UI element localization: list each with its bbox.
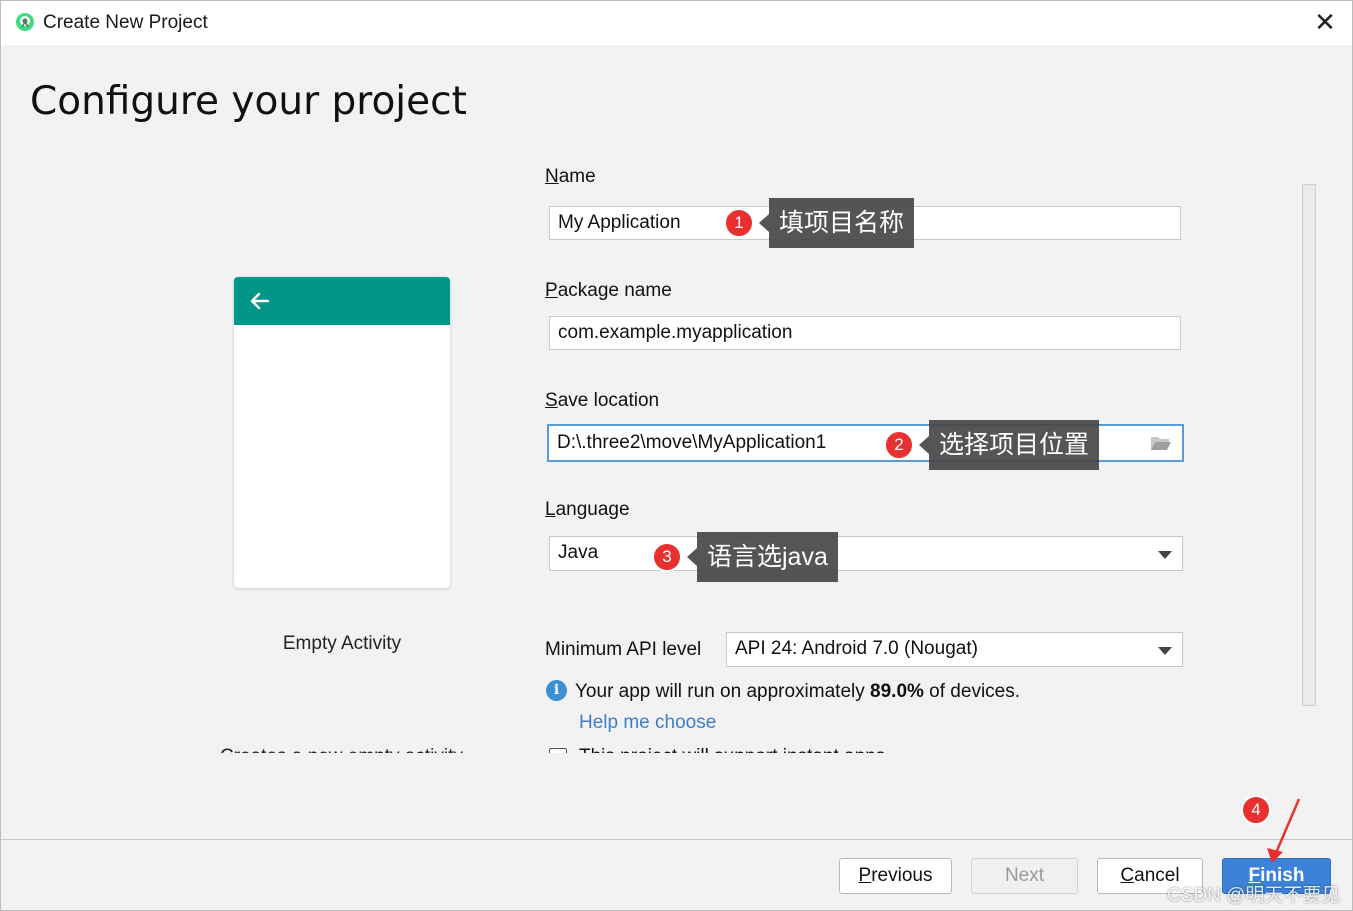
- min-api-label: Minimum API level: [545, 639, 702, 660]
- instant-app-label: This project will support instant apps: [579, 743, 885, 753]
- language-label: Language: [545, 499, 630, 520]
- activity-preview: [234, 277, 450, 588]
- package-name-label: Package name: [545, 280, 672, 301]
- device-coverage-text: Your app will run on approximately 89.0%…: [575, 681, 1021, 702]
- scrollbar-thumb[interactable]: [1304, 186, 1314, 704]
- annotation-badge-2: 2: [884, 430, 914, 460]
- annotation-callout-3: 语言选java: [687, 532, 838, 582]
- annotation-arrow-icon: [1267, 798, 1301, 863]
- close-icon[interactable]: ✕: [1312, 9, 1338, 36]
- next-button[interactable]: Next: [971, 858, 1078, 894]
- chevron-down-icon: [1158, 551, 1172, 559]
- title-bar: Create New Project ✕: [1, 1, 1352, 45]
- annotation-callout-2: 选择项目位置: [918, 420, 1100, 470]
- annotation-badge-1: 1: [724, 208, 754, 238]
- watermark: CSDN @明天不要见: [1167, 885, 1341, 906]
- back-arrow-icon: [250, 292, 270, 310]
- template-name: Empty Activity: [282, 633, 402, 654]
- min-api-dropdown[interactable]: API 24: Android 7.0 (Nougat): [726, 632, 1183, 667]
- name-label: Name: [545, 166, 596, 187]
- help-me-choose-link[interactable]: Help me choose: [579, 712, 716, 734]
- preview-toolbar: [234, 277, 450, 325]
- previous-button[interactable]: Previous: [839, 858, 952, 894]
- android-studio-icon: [16, 13, 34, 31]
- min-api-value: API 24: Android 7.0 (Nougat): [735, 638, 978, 659]
- scrollbar[interactable]: [1302, 184, 1316, 706]
- language-value: Java: [558, 542, 599, 563]
- create-project-dialog: Create New Project ✕ Configure your proj…: [0, 0, 1353, 911]
- info-icon: i: [546, 680, 567, 701]
- package-name-field[interactable]: com.example.myapplication: [549, 316, 1181, 350]
- save-location-value: D:\.three2\move\MyApplication1: [557, 432, 827, 453]
- footer-divider: [1, 839, 1352, 840]
- page-title: Configure your project: [30, 79, 467, 124]
- window-title: Create New Project: [43, 12, 208, 33]
- annotation-callout-1: 填项目名称: [758, 198, 915, 248]
- instant-app-row: This project will support instant apps: [549, 743, 949, 753]
- save-location-label: Save location: [545, 390, 660, 411]
- language-dropdown[interactable]: Java: [549, 536, 1183, 571]
- chevron-down-icon: [1158, 647, 1172, 655]
- annotation-badge-3: 3: [652, 542, 682, 572]
- template-description: Creates a new empty activity: [220, 743, 480, 753]
- folder-open-icon[interactable]: [1150, 434, 1172, 452]
- instant-app-checkbox[interactable]: [549, 748, 567, 753]
